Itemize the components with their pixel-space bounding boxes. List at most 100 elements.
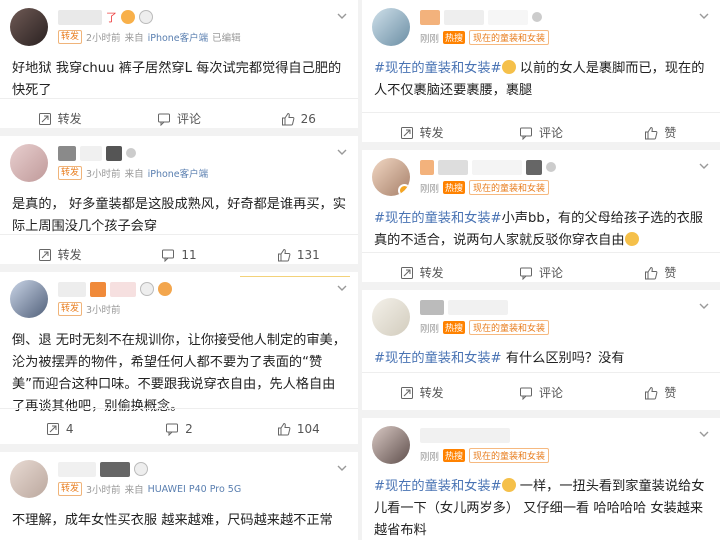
post-header: 刚刚 热搜 现在的童装和女装 — [362, 150, 720, 206]
post-header: 刚刚 热搜 现在的童装和女装 — [362, 0, 720, 56]
chevron-down-icon[interactable] — [336, 146, 348, 158]
emoji-icon — [121, 10, 135, 24]
comment-button[interactable]: 评论 — [119, 99, 238, 128]
username-redacted[interactable]: 了 — [58, 9, 153, 25]
repost-button[interactable]: 转发 — [362, 373, 481, 410]
post-header: 转发 3小时前 来自 HUAWEI P40 Pro 5G — [0, 452, 358, 508]
post-meta: 转发 3小时前 — [58, 302, 121, 316]
username-redacted[interactable] — [420, 159, 556, 175]
avatar[interactable] — [372, 426, 410, 464]
post-header: 转发 3小时前 — [0, 272, 358, 328]
repost-button[interactable]: 转发 — [0, 235, 119, 264]
repost-button[interactable]: 转发 — [362, 253, 481, 282]
repost-icon — [400, 266, 413, 279]
post[interactable]: 刚刚 热搜 现在的童装和女装 #现在的童装和女装# 以前的女人是裹脚而已，现在的… — [362, 0, 720, 142]
username-redacted[interactable] — [420, 9, 542, 25]
avatar[interactable] — [372, 158, 410, 196]
avatar[interactable] — [10, 144, 48, 182]
username-redacted[interactable] — [420, 299, 508, 315]
like-icon — [645, 386, 658, 399]
repost-button[interactable]: 转发 — [0, 99, 119, 128]
right-feed: 刚刚 热搜 现在的童装和女装 #现在的童装和女装# 以前的女人是裹脚而已，现在的… — [362, 0, 720, 540]
post-header: 刚刚 热搜 现在的童装和女装 — [362, 290, 720, 346]
post-text: 不理解，成年女性买衣服 越来越难，尺码越来越不正常 — [12, 513, 333, 528]
like-button[interactable]: 赞 — [601, 253, 720, 282]
like-icon — [645, 126, 658, 139]
emoji-icon — [501, 478, 516, 492]
hashtag-link[interactable]: #现在的童装和女装# — [374, 211, 502, 226]
chevron-down-icon[interactable] — [336, 10, 348, 22]
action-bar: 转发 评论 赞 — [362, 372, 720, 410]
post-text: 好地狱 我穿chuu 裤子居然穿L 每次试完都觉得自己肥的快死了 — [12, 61, 342, 98]
repost-button[interactable]: 4 — [0, 409, 119, 444]
like-button[interactable]: 赞 — [601, 113, 720, 142]
repost-icon — [400, 126, 413, 139]
username-redacted[interactable] — [58, 461, 148, 477]
chevron-down-icon[interactable] — [698, 428, 710, 440]
like-button[interactable]: 131 — [239, 235, 358, 264]
action-bar: 转发 评论 赞 — [362, 112, 720, 142]
post-text: #现在的童装和女装# 一样，一扭头看到家童装说给女儿看一下（女儿两岁多） 又仔细… — [374, 478, 705, 538]
post-meta: 转发 3小时前 来自 iPhone客户端 — [58, 166, 208, 180]
like-icon — [277, 422, 291, 435]
panda-icon — [140, 282, 154, 296]
avatar[interactable] — [10, 280, 48, 318]
repost-icon — [46, 422, 59, 435]
comment-button[interactable]: 评论 — [481, 373, 600, 410]
panda-icon — [139, 10, 153, 24]
post-header: 刚刚 热搜 现在的童装和女装 — [362, 418, 720, 474]
post-meta: 转发 3小时前 来自 HUAWEI P40 Pro 5G — [58, 482, 241, 496]
post-text: #现在的童装和女装#小声bb，有的父母给孩子选的衣服真的不适合，说两句人家就反驳… — [374, 211, 703, 248]
avatar[interactable] — [10, 8, 48, 46]
post[interactable]: 转发 3小时前 来自 iPhone客户端 是真的， 好多童装都是这股成熟风，好奇… — [0, 136, 358, 264]
medal-icon — [546, 162, 556, 172]
post-meta: 刚刚 热搜 现在的童装和女装 — [420, 180, 550, 195]
post-text: 是真的， 好多童装都是这股成熟风，好奇都是谁再买，实际上周围没几个孩子会穿 — [12, 197, 346, 234]
post-text: #现在的童装和女装# 有什么区别吗？没有 — [374, 351, 625, 366]
chevron-down-icon[interactable] — [698, 160, 710, 172]
like-button[interactable]: 104 — [239, 409, 358, 444]
post[interactable]: 刚刚 热搜 现在的童装和女装 #现在的童装和女装# 有什么区别吗？没有 转发 评… — [362, 290, 720, 410]
chevron-down-icon[interactable] — [336, 462, 348, 474]
avatar[interactable] — [372, 298, 410, 336]
post[interactable]: 转发 3小时前 来自 HUAWEI P40 Pro 5G 不理解，成年女性买衣服… — [0, 452, 358, 540]
hashtag-link[interactable]: #现在的童装和女装# — [374, 351, 502, 366]
username-redacted[interactable] — [58, 281, 172, 297]
chevron-down-icon[interactable] — [698, 10, 710, 22]
emoji-icon — [501, 60, 516, 74]
post-meta: 刚刚 热搜 现在的童装和女装 — [420, 30, 550, 45]
comment-icon — [519, 387, 532, 400]
comment-button[interactable]: 评论 — [481, 253, 600, 282]
username-redacted[interactable] — [420, 427, 510, 443]
comment-icon — [166, 423, 179, 436]
comment-button[interactable]: 11 — [119, 235, 238, 264]
comment-button[interactable]: 2 — [119, 409, 238, 444]
username-redacted[interactable] — [58, 145, 136, 161]
chevron-down-icon[interactable] — [336, 282, 348, 294]
medal-icon — [126, 148, 136, 158]
medal-icon — [532, 12, 542, 22]
avatar[interactable] — [10, 460, 48, 498]
action-bar: 转发 11 131 — [0, 234, 358, 264]
chevron-down-icon[interactable] — [698, 300, 710, 312]
post-meta: 刚刚 热搜 现在的童装和女装 — [420, 320, 550, 335]
hashtag-link[interactable]: #现在的童装和女装# — [374, 479, 502, 494]
left-feed: 了 转发 2小时前 来自 iPhone客户端 已编辑 好地狱 我穿chuu 裤子… — [0, 0, 358, 540]
post[interactable]: 刚刚 热搜 现在的童装和女装 #现在的童装和女装#小声bb，有的父母给孩子选的衣… — [362, 150, 720, 282]
post[interactable]: 刚刚 热搜 现在的童装和女装 #现在的童装和女装# 一样，一扭头看到家童装说给女… — [362, 418, 720, 540]
like-icon — [281, 112, 295, 125]
repost-button[interactable]: 转发 — [362, 113, 481, 142]
repost-icon — [38, 112, 51, 125]
post-text: #现在的童装和女装# 以前的女人是裹脚而已，现在的人不仅裹脑还要裹腰，裹腿 — [374, 60, 705, 98]
screenshot: 了 转发 2小时前 来自 iPhone客户端 已编辑 好地狱 我穿chuu 裤子… — [0, 0, 720, 540]
like-button[interactable]: 赞 — [601, 373, 720, 410]
like-button[interactable]: 26 — [239, 99, 358, 128]
like-icon — [645, 266, 658, 279]
post-meta: 转发 2小时前 来自 iPhone客户端 已编辑 — [58, 30, 241, 44]
hashtag-link[interactable]: #现在的童装和女装# — [374, 61, 502, 76]
post[interactable]: 了 转发 2小时前 来自 iPhone客户端 已编辑 好地狱 我穿chuu 裤子… — [0, 0, 358, 128]
comment-icon — [162, 249, 175, 262]
comment-button[interactable]: 评论 — [481, 113, 600, 142]
post[interactable]: 转发 3小时前 倒、退 无时无刻不在规训你，让你接受他人制定的审美，沦为被摆弄的… — [0, 272, 358, 444]
avatar[interactable] — [372, 8, 410, 46]
